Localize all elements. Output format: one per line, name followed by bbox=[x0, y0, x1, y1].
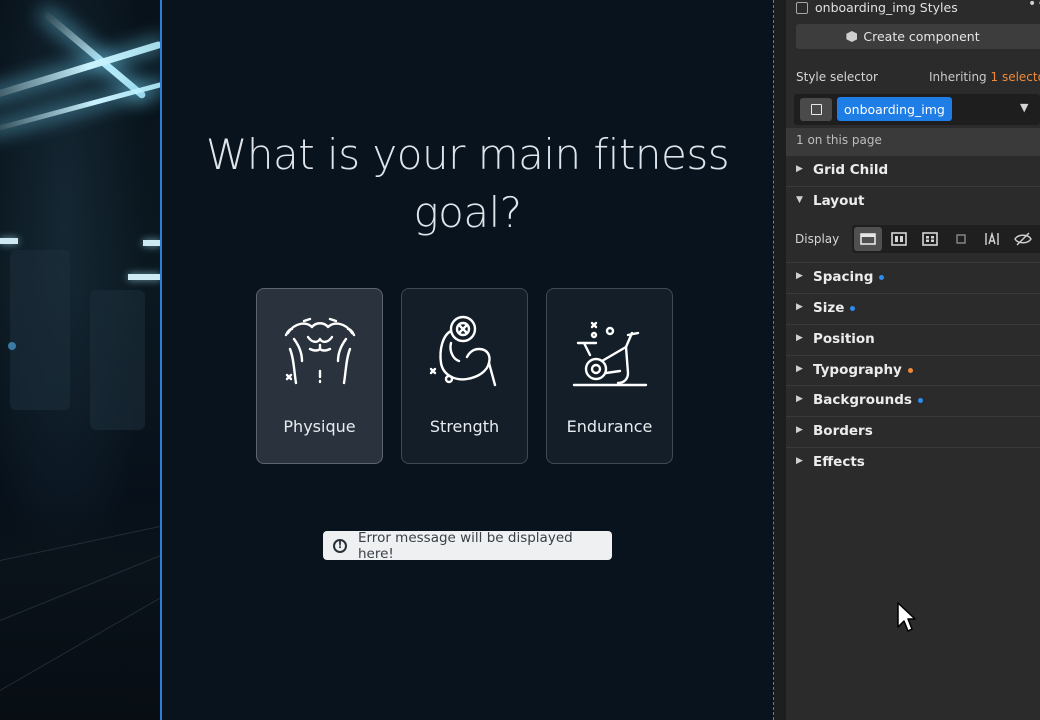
exclamation-circle-icon: ! bbox=[333, 538, 347, 553]
element-checkbox-icon[interactable] bbox=[796, 2, 808, 14]
chevron-right-icon: ▶ bbox=[796, 364, 803, 374]
endurance-icon bbox=[572, 321, 648, 387]
option-label: Strength bbox=[429, 417, 500, 436]
display-inline-block-button[interactable] bbox=[947, 227, 975, 251]
inheriting-info[interactable]: Inheriting 1 selector bbox=[929, 70, 1040, 84]
chevron-right-icon: ▶ bbox=[796, 271, 803, 281]
class-icon[interactable] bbox=[800, 98, 832, 121]
chevron-down-icon: ▼ bbox=[796, 195, 803, 205]
error-message-box: ! Error message will be displayed here! bbox=[323, 529, 612, 562]
panel-header: onboarding_img Styles ••• bbox=[786, 0, 1040, 20]
section-borders[interactable]: ▶ Borders bbox=[786, 416, 1040, 446]
chevron-right-icon: ▶ bbox=[796, 456, 803, 466]
on-page-count: 1 on this page bbox=[786, 128, 1040, 156]
section-size[interactable]: ▶ Size bbox=[786, 293, 1040, 323]
option-card-strength[interactable]: Strength bbox=[401, 288, 528, 464]
selector-chip[interactable]: onboarding_img bbox=[837, 97, 952, 121]
physique-icon bbox=[284, 317, 356, 385]
section-typography[interactable]: ▶ Typography bbox=[786, 355, 1040, 385]
section-effects[interactable]: ▶ Effects bbox=[786, 447, 1040, 477]
chevron-right-icon: ▶ bbox=[796, 333, 803, 343]
section-position[interactable]: ▶ Position bbox=[786, 324, 1040, 354]
display-grid-button[interactable] bbox=[916, 227, 944, 251]
option-card-endurance[interactable]: Endurance bbox=[546, 288, 673, 464]
display-setting: Display bbox=[786, 223, 1040, 256]
modified-indicator bbox=[879, 274, 885, 280]
background-photo bbox=[0, 0, 161, 720]
chevron-down-icon[interactable]: ▼ bbox=[1020, 101, 1028, 114]
onboarding-canvas: What is your main fitness goal? Physique… bbox=[162, 0, 773, 720]
panel-title: onboarding_img Styles bbox=[815, 0, 958, 15]
error-text: Error message will be displayed here! bbox=[357, 529, 573, 562]
create-component-button[interactable]: Create component bbox=[796, 24, 1040, 49]
section-layout[interactable]: ▼ Layout bbox=[786, 186, 1040, 216]
page-title: What is your main fitness goal? bbox=[205, 130, 730, 237]
section-backgrounds[interactable]: ▶ Backgrounds bbox=[786, 385, 1040, 415]
chevron-right-icon: ▶ bbox=[796, 164, 803, 174]
display-none-icon[interactable] bbox=[1009, 227, 1037, 251]
component-icon bbox=[846, 31, 858, 42]
goal-options: Physique Strength Endurance bbox=[256, 288, 673, 464]
display-flex-button[interactable] bbox=[885, 227, 913, 251]
style-selector-input[interactable]: onboarding_img ▼ bbox=[794, 94, 1040, 125]
chevron-right-icon: ▶ bbox=[796, 302, 803, 312]
mouse-cursor-icon bbox=[897, 602, 916, 632]
option-card-physique[interactable]: Physique bbox=[256, 288, 383, 464]
strength-icon bbox=[429, 315, 497, 387]
modified-indicator bbox=[917, 397, 923, 403]
chevron-right-icon: ▶ bbox=[796, 394, 803, 404]
more-options-icon[interactable]: ••• bbox=[1028, 0, 1040, 12]
modified-indicator bbox=[907, 367, 913, 373]
style-selector-label: Style selector bbox=[796, 70, 878, 84]
option-label: Physique bbox=[283, 417, 356, 436]
display-block-button[interactable] bbox=[854, 227, 882, 251]
section-spacing[interactable]: ▶ Spacing bbox=[786, 262, 1040, 292]
section-grid-child[interactable]: ▶ Grid Child bbox=[786, 156, 1040, 186]
option-label: Endurance bbox=[566, 417, 653, 436]
display-options bbox=[852, 225, 1040, 253]
display-inline-button[interactable] bbox=[978, 227, 1006, 251]
chevron-right-icon: ▶ bbox=[796, 425, 803, 435]
modified-indicator bbox=[850, 305, 856, 311]
